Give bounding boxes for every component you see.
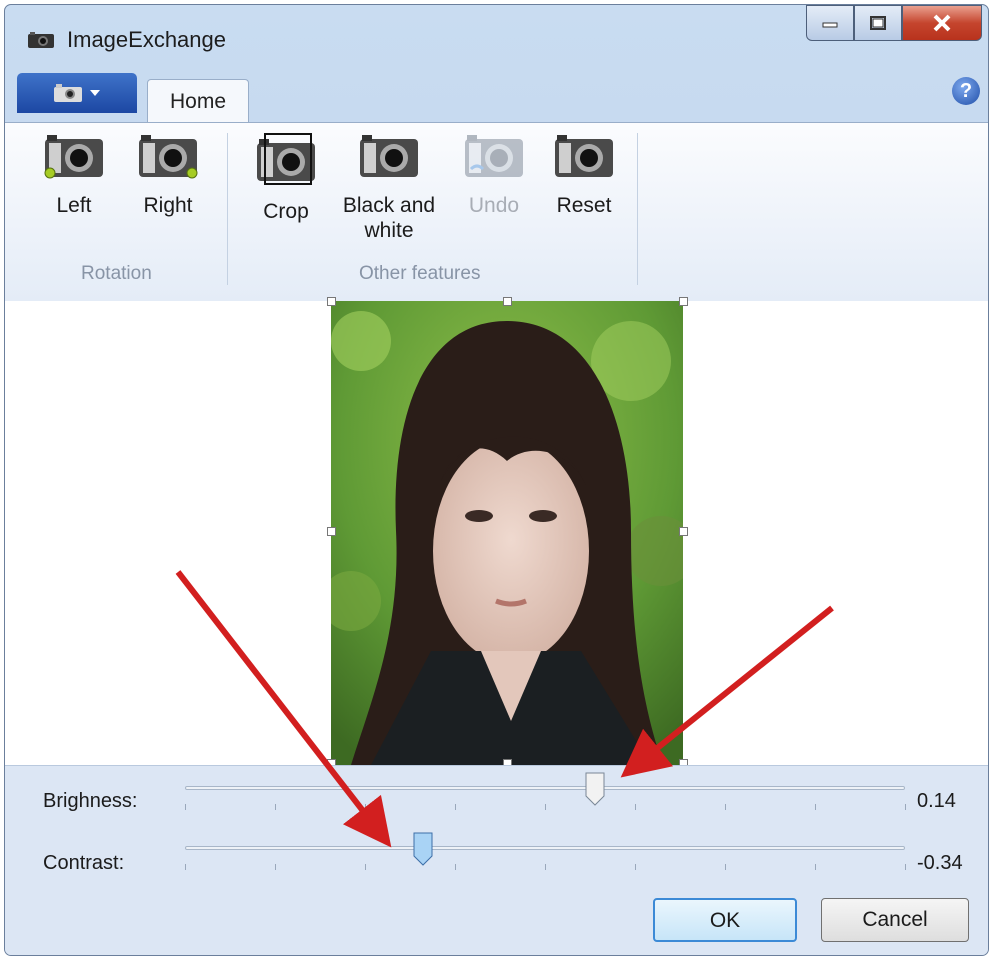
crop-handle[interactable] [327,297,336,306]
adjustments-panel: Brighness: 0.14 Contrast: -0.34 OK Cance… [5,765,988,955]
slider-tick [725,804,726,810]
black-and-white-label-line1: Black and [342,194,436,217]
crop-handle[interactable] [503,297,512,306]
contrast-label: Contrast: [43,852,125,874]
crop-handle[interactable] [679,297,688,306]
rotate-right-label: Right [143,194,193,217]
contrast-slider-thumb[interactable] [413,832,433,866]
slider-tick [635,864,636,870]
close-icon [933,14,951,32]
undo-label: Undo [468,194,520,217]
rotate-right-camera-icon [139,135,198,179]
reset-button[interactable]: Reset [551,133,617,218]
slider-thumb-icon [585,772,605,806]
rotate-left-camera-icon [44,135,103,179]
slider-tick [365,804,366,810]
slider-tick [365,864,366,870]
slider-tick [545,864,546,870]
slider-tick [455,804,456,810]
other-features-group-label: Other features [359,263,481,284]
portrait-photo[interactable] [331,301,683,765]
slider-tick [815,804,816,810]
contrast-slider-ticks [185,864,906,870]
minimize-icon [822,22,838,28]
minimize-button[interactable] [806,5,854,41]
title-bar[interactable]: ImageExchange [5,5,988,71]
slider-tick [545,804,546,810]
undo-button[interactable]: Undo [461,133,527,218]
maximize-button[interactable] [854,5,902,41]
brightness-value: 0.14 [917,790,956,812]
cancel-button[interactable]: Cancel [821,898,969,942]
rotation-group-label: Rotation [81,263,152,284]
slider-tick [905,864,906,870]
rotate-left-button[interactable]: Left [41,133,107,218]
reset-label: Reset [556,194,612,217]
crop-handle[interactable] [679,527,688,536]
slider-tick [905,804,906,810]
group-separator [637,133,638,285]
slider-thumb-icon [413,832,433,866]
camera-icon [28,32,54,48]
contrast-slider-track[interactable] [185,846,905,850]
slider-tick [455,864,456,870]
image-preview-area [5,297,988,768]
slider-tick [725,864,726,870]
brightness-slider-track[interactable] [185,786,905,790]
crop-button[interactable]: Crop [253,133,319,224]
help-icon[interactable]: ? [952,77,980,105]
contrast-value: -0.34 [917,852,963,874]
window-title: ImageExchange [67,27,226,52]
slider-tick [275,804,276,810]
ok-button[interactable]: OK [653,898,797,942]
tab-home[interactable]: Home [147,79,249,123]
slider-tick [275,864,276,870]
crop-label: Crop [263,200,309,223]
black-white-camera-icon [360,135,418,177]
reset-camera-icon [555,135,613,177]
brightness-slider-ticks [185,804,906,810]
brightness-label: Brighness: [43,790,138,812]
close-button[interactable] [902,5,982,41]
image-exchange-window: ImageExchange Home ? Left Right Rotation… [4,4,989,956]
maximize-icon [870,16,886,30]
slider-tick [635,804,636,810]
dropdown-arrow-icon [90,90,100,96]
slider-tick [185,864,186,870]
rotate-left-label: Left [56,194,92,217]
slider-tick [815,864,816,870]
slider-tick [185,804,186,810]
crop-camera-icon [257,133,315,185]
ribbon-panel: Left Right Rotation Crop Black and white… [5,122,988,302]
black-and-white-label-line2: white [364,219,414,242]
black-and-white-button[interactable]: Black and white [335,133,443,243]
group-separator [227,133,228,285]
rotate-right-button[interactable]: Right [135,133,201,218]
app-menu-button[interactable] [17,73,137,113]
crop-handle[interactable] [327,527,336,536]
brightness-slider-thumb[interactable] [585,772,605,806]
camera-icon [54,84,82,102]
undo-camera-icon [465,135,523,177]
